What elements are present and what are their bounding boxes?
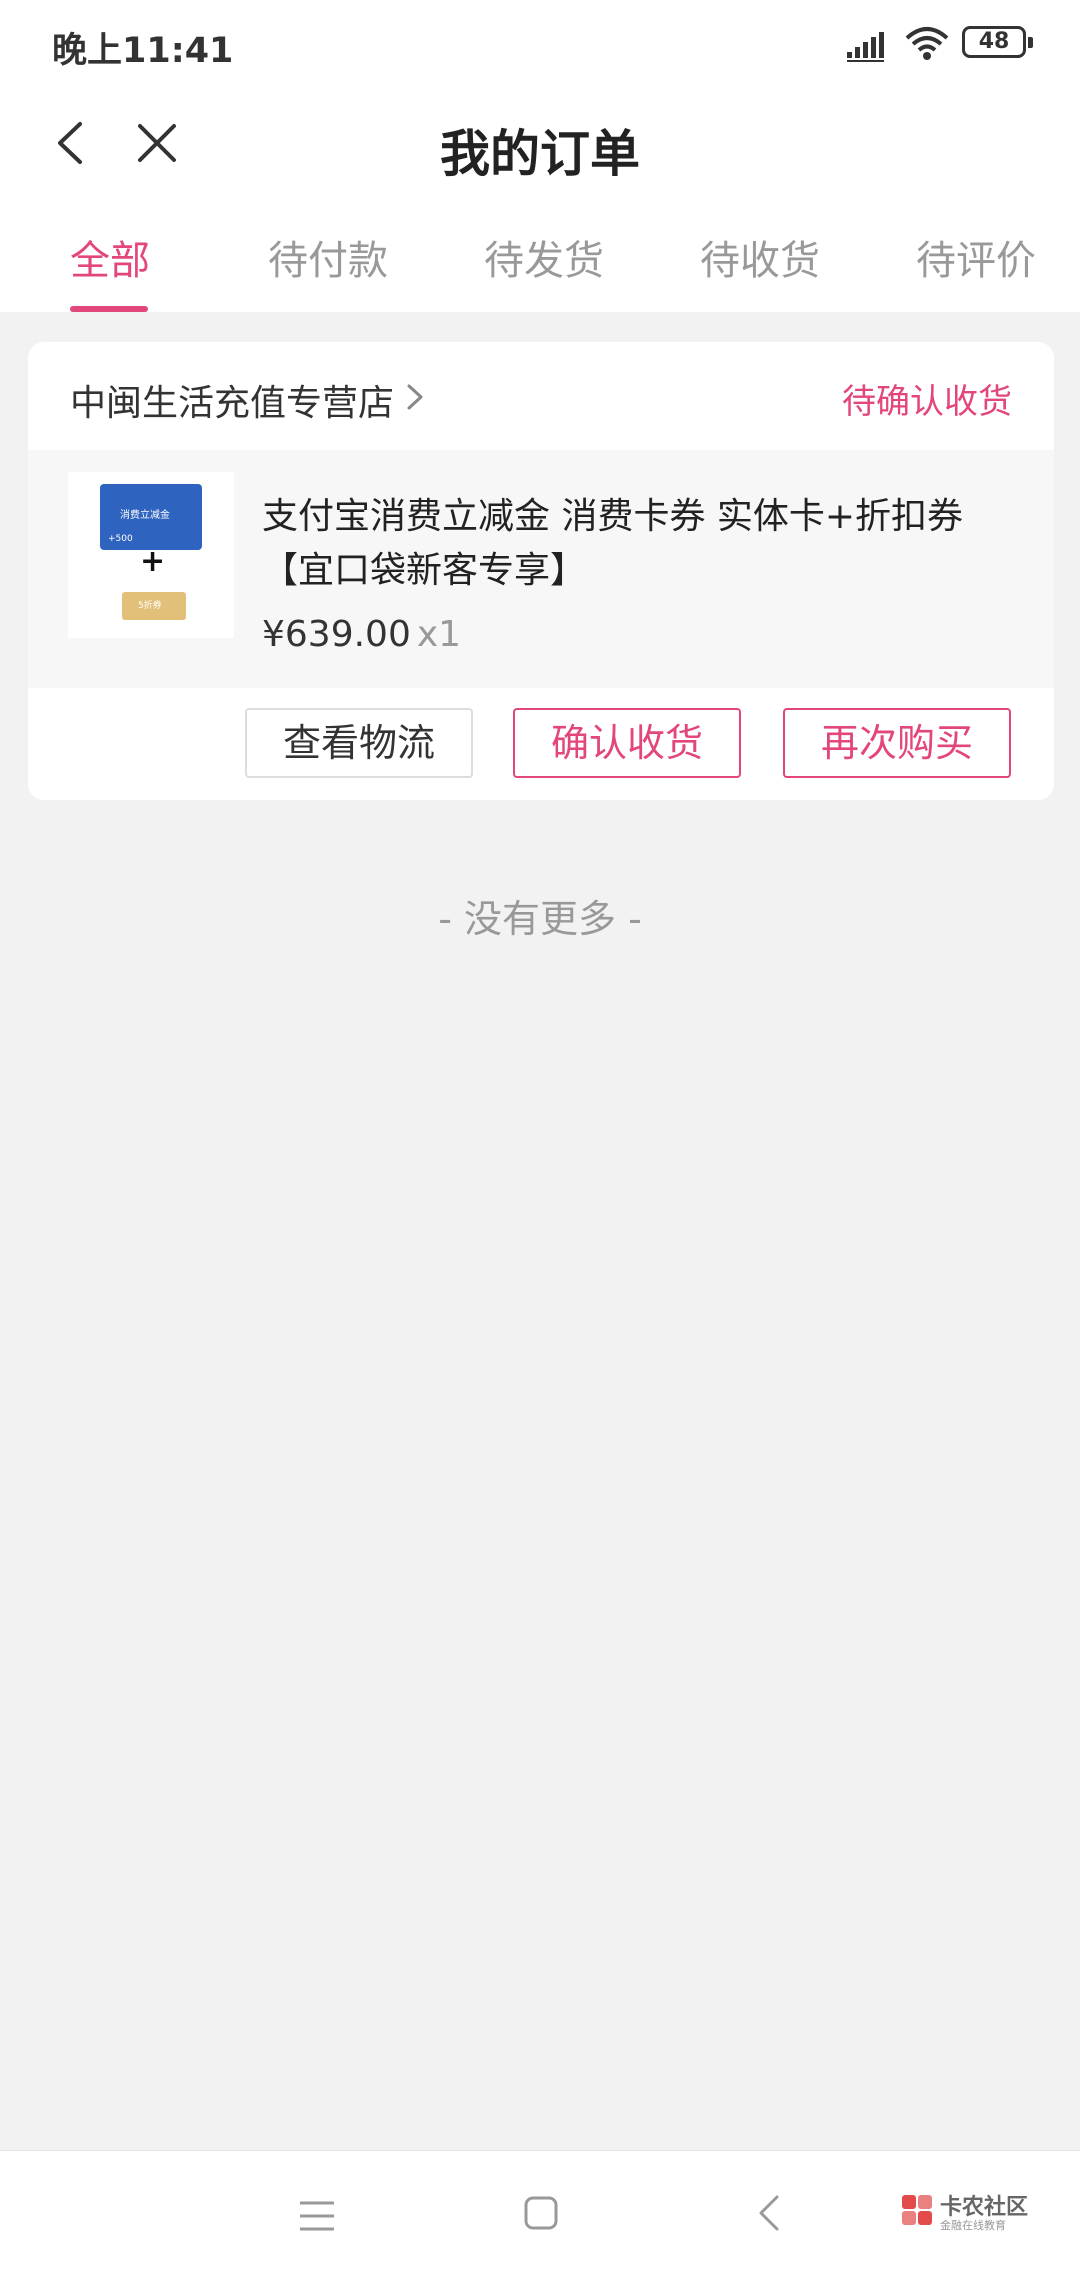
active-tab-indicator <box>70 306 148 312</box>
product-quantity: x1 <box>416 614 462 655</box>
buy-again-button[interactable]: 再次购买 <box>783 708 1011 778</box>
order-status: 待确认收货 <box>842 382 1012 422</box>
plus-icon: + <box>140 544 166 579</box>
order-card[interactable]: 中闽生活充值专营店 待确认收货 消费立减金 +500 + 5折券 支付宝消费立减… <box>28 342 1054 800</box>
system-nav-bar: 卡农社区 金融在线教育 <box>0 2150 1080 2280</box>
tab-pending-shipment[interactable]: 待发货 <box>484 228 604 286</box>
shop-name[interactable]: 中闽生活充值专营店 <box>70 374 394 426</box>
chevron-right-icon[interactable] <box>403 382 427 412</box>
tab-pending-receipt[interactable]: 待收货 <box>700 228 820 286</box>
status-bar: 晚上11:41 48 <box>0 0 1080 88</box>
card-image-text: 消费立减金 <box>120 510 170 521</box>
page-title: 我的订单 <box>440 125 640 183</box>
watermark-subtitle: 金融在线教育 <box>940 2219 1006 2232</box>
signal-icon <box>847 32 884 62</box>
order-card-header[interactable]: 中闽生活充值专营店 待确认收货 <box>28 342 1054 450</box>
confirm-receipt-button[interactable]: 确认收货 <box>513 708 741 778</box>
wifi-icon <box>905 27 949 60</box>
product-image[interactable]: 消费立减金 +500 + 5折券 <box>68 472 234 638</box>
tab-pending-payment[interactable]: 待付款 <box>268 228 388 286</box>
nav-bar: 我的订单 <box>0 88 1080 198</box>
view-logistics-button[interactable]: 查看物流 <box>245 708 473 778</box>
watermark: 卡农社区 金融在线教育 <box>900 2189 1050 2249</box>
product-title[interactable]: 支付宝消费立减金 消费卡券 实体卡+折扣券【宜口袋新客专享】 <box>262 490 1022 598</box>
watermark-logo-icon <box>902 2195 932 2225</box>
order-tabs: 全部 待付款 待发货 待收货 待评价 <box>0 198 1080 312</box>
home-icon[interactable] <box>523 2195 559 2231</box>
coupon-image-text: 5折券 <box>138 601 162 611</box>
tab-pending-review[interactable]: 待评价 <box>916 228 1036 286</box>
product-price-line: ¥639.00 x1 <box>262 614 461 655</box>
coupon-image: 5折券 <box>122 592 186 620</box>
product-price: ¥639.00 <box>262 614 411 655</box>
card-image: 消费立减金 +500 <box>100 484 202 550</box>
status-time: 晚上11:41 <box>52 31 234 71</box>
tab-all[interactable]: 全部 <box>70 228 150 286</box>
order-actions: 查看物流 确认收货 再次购买 <box>28 688 1054 800</box>
system-back-icon[interactable] <box>755 2193 783 2233</box>
no-more-text: - 没有更多 - <box>438 897 642 941</box>
menu-icon[interactable] <box>298 2199 336 2233</box>
card-image-value: +500 <box>108 534 133 544</box>
battery-icon: 48 <box>962 26 1033 58</box>
